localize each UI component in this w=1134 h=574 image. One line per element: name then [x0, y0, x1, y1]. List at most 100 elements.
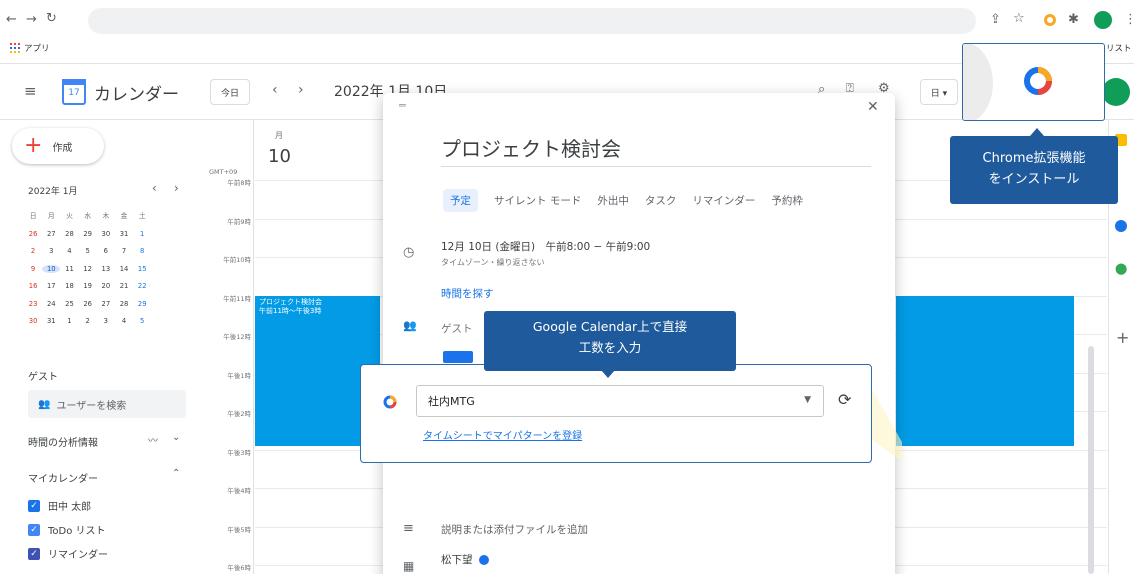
extension-highlight: [962, 43, 1105, 121]
create-button[interactable]: + 作成: [12, 128, 104, 164]
next-day-icon[interactable]: ›: [298, 82, 304, 98]
checkbox-checked-icon[interactable]: ✓: [28, 523, 40, 536]
register-pattern-link[interactable]: タイムシートでマイパターンを登録: [423, 427, 582, 442]
hour-label: 午後2時: [227, 410, 251, 418]
search-users-label: ユーザーを検索: [56, 400, 127, 412]
calendar-item[interactable]: ✓ ToDo リスト: [28, 522, 106, 537]
share-icon[interactable]: ⇪: [990, 12, 1001, 27]
tab-focus[interactable]: サイレント モード: [494, 189, 581, 212]
clock-icon: ◷: [403, 245, 415, 260]
tooltip-input-workhours: Google Calendar上で直接 工数を入力: [484, 311, 736, 371]
work-type-value: 社内MTG: [428, 395, 475, 408]
main-menu-icon[interactable]: ≡: [24, 82, 37, 100]
puzzle-icon[interactable]: ✱: [1068, 12, 1079, 27]
hour-label: 午前10時: [223, 256, 251, 264]
chevron-down-icon[interactable]: ⌄: [172, 432, 180, 443]
forward-icon[interactable]: →: [26, 12, 37, 27]
event-title: プロジェクト検討会: [259, 298, 322, 306]
account-avatar[interactable]: [1102, 78, 1130, 106]
tab-event[interactable]: 予定: [443, 189, 478, 212]
calendar-logo: 17: [62, 79, 86, 105]
hour-label: 午前9時: [227, 218, 251, 226]
tooltip-install-extension: Chrome拡張機能 をインストール: [950, 136, 1118, 204]
tab-out-of-office[interactable]: 外出中: [597, 189, 629, 212]
event-datetime[interactable]: 12月 10日 (金曜日) 午前8:00 − 午前9:00: [441, 239, 650, 254]
insights-chart-icon[interactable]: 〰: [148, 432, 158, 447]
checkbox-checked-icon[interactable]: ✓: [28, 499, 40, 512]
tab-appointment[interactable]: 予約枠: [771, 189, 803, 212]
address-bar[interactable]: [88, 8, 976, 34]
highlight-shadow: [963, 44, 993, 120]
tab-task[interactable]: タスク: [645, 189, 677, 212]
guest-heading: ゲスト: [28, 372, 58, 383]
search-users-input[interactable]: 👥 ユーザーを検索: [28, 390, 186, 418]
prev-day-icon[interactable]: ‹: [272, 82, 278, 98]
calendar-item[interactable]: ✓ リマインダー: [28, 546, 108, 561]
drag-handle-icon[interactable]: ═: [399, 99, 406, 112]
timezone-label: GMT+09: [209, 168, 238, 176]
bookmark-apps-label: アプリ: [24, 44, 50, 54]
bookmark-apps[interactable]: アプリ: [10, 42, 50, 54]
mini-week: 26 27 28 29 30 31 1: [28, 229, 145, 238]
people-icon: 👥: [38, 398, 51, 410]
refresh-icon[interactable]: ⟳: [838, 390, 851, 409]
description-icon: ≡: [403, 521, 414, 536]
reload-icon[interactable]: ↻: [46, 11, 57, 26]
organizer[interactable]: 松下望: [441, 552, 489, 567]
add-addon-icon[interactable]: +: [1116, 328, 1129, 347]
hour-label: 午前8時: [227, 179, 251, 187]
event-time: 午前11時〜午後3時: [259, 307, 322, 315]
calendar-event-continued[interactable]: [896, 296, 1074, 446]
work-type-select[interactable]: 社内MTG ▼: [416, 385, 824, 417]
extension-logo-icon[interactable]: [1021, 64, 1055, 98]
find-time-link[interactable]: 時間を探す: [441, 286, 494, 301]
worktime-input-panel: 社内MTG ▼ ⟳ タイムシートでマイパターンを登録: [360, 364, 872, 463]
mini-week: 30 31 1 2 3 4 5: [28, 317, 145, 326]
checkbox-checked-icon[interactable]: ✓: [28, 547, 40, 560]
tooltip-arrow: [601, 370, 615, 378]
time-insights-label[interactable]: 時間の分析情報: [28, 434, 98, 449]
today-button[interactable]: 今日: [210, 79, 250, 105]
tab-reminder[interactable]: リマインダー: [692, 189, 755, 212]
calendar-item[interactable]: ✓ 田中 太郎: [28, 498, 91, 513]
event-repeat[interactable]: タイムゾーン・繰り返さない: [441, 257, 544, 268]
mini-calendar-title: 2022年 1月: [28, 187, 78, 197]
guest-input[interactable]: ゲスト: [441, 321, 473, 336]
hour-label: 午後6時: [227, 564, 251, 572]
close-icon[interactable]: ✕: [867, 99, 879, 115]
menu-dots-icon[interactable]: ⋮: [1124, 12, 1134, 27]
mini-week: 23 24 25 26 27 28 29: [28, 299, 147, 308]
dropdown-arrow-icon: ▼: [804, 395, 811, 405]
apps-grid-icon: [10, 43, 20, 53]
profile-avatar[interactable]: [1094, 11, 1112, 29]
maps-pin-icon[interactable]: ⬤: [1115, 262, 1127, 275]
scrollbar[interactable]: [1088, 346, 1094, 574]
mini-prev-icon[interactable]: ‹: [152, 181, 157, 195]
back-icon[interactable]: ←: [6, 12, 17, 27]
hour-label: 午後3時: [227, 449, 251, 457]
mini-next-icon[interactable]: ›: [174, 181, 179, 195]
hour-label: 午後4時: [227, 487, 251, 495]
view-select[interactable]: 日 ▾: [920, 79, 958, 105]
mini-selected-day[interactable]: 10: [42, 264, 61, 273]
day-weekday: 月: [275, 131, 283, 140]
event-type-tabs: 予定 サイレント モード 外出中 タスク リマインダー 予約枠: [443, 189, 803, 212]
grid-divider: [253, 120, 254, 574]
my-calendars-heading[interactable]: マイカレンダー: [28, 470, 98, 485]
description-input[interactable]: 説明または添付ファイルを追加: [441, 522, 588, 537]
hour-label: 午後12時: [223, 333, 251, 341]
hour-label: 午前11時: [223, 295, 251, 303]
guests-icon: 👥: [403, 319, 417, 332]
app-title: カレンダー: [94, 85, 179, 105]
contacts-icon[interactable]: [1115, 220, 1127, 232]
calendar-icon: ▦: [403, 559, 415, 573]
event-title-input[interactable]: プロジェクト検討会: [441, 133, 871, 167]
day-number[interactable]: 10: [268, 146, 291, 167]
extension-logo-icon[interactable]: [1044, 14, 1056, 26]
mini-week: 2345678: [30, 247, 145, 256]
reading-list-label[interactable]: リスト: [1106, 42, 1132, 54]
meet-button[interactable]: [443, 351, 473, 363]
mini-calendar: 日月火水木金土 26 27 28 29 30 31 1 2345678 9 10 11 12 13 1…: [24, 210, 156, 330]
bookmark-star-icon[interactable]: ☆: [1013, 11, 1025, 26]
chevron-up-icon[interactable]: ⌃: [172, 468, 180, 479]
